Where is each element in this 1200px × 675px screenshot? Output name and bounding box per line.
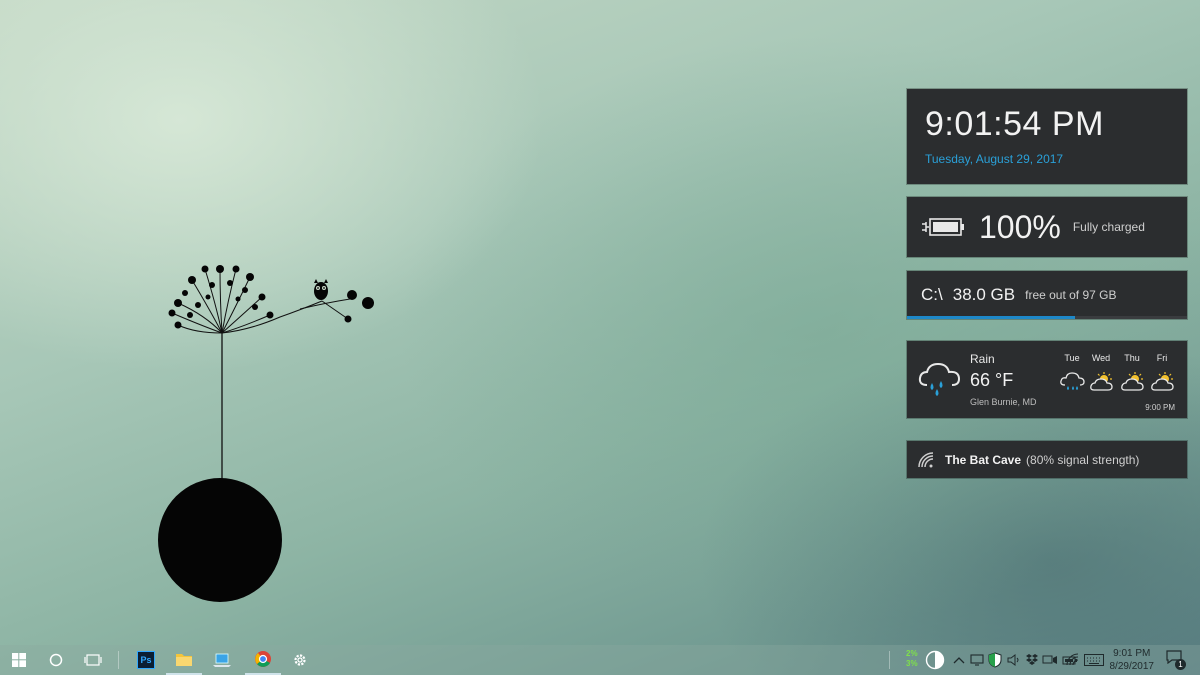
wallpaper-tree-illustration	[158, 265, 374, 602]
cpu-usage: 2%	[906, 649, 918, 658]
dropbox-icon[interactable]	[1025, 653, 1039, 667]
forecast-day-3: Thu	[1124, 353, 1140, 363]
clock-date: Tuesday, August 29, 2017	[925, 152, 1064, 166]
clock-time: 9:01:54 PM	[925, 105, 1104, 143]
planet-ball	[158, 478, 282, 602]
laptop-icon	[213, 653, 231, 667]
disk-usage-bar	[907, 316, 1187, 319]
notification-count-badge: 1	[1175, 659, 1186, 670]
photoshop-app[interactable]: Ps	[128, 645, 164, 675]
tray-time: 9:01 PM	[1113, 648, 1151, 659]
start-button[interactable]	[1, 645, 37, 675]
cortana-button[interactable]	[38, 645, 74, 675]
keyboard-icon[interactable]	[1084, 654, 1104, 666]
network-device-icon[interactable]	[1042, 653, 1058, 667]
forecast-day-1: Tue	[1064, 353, 1080, 363]
battery-percent: 100%	[979, 208, 1061, 245]
folder-icon	[176, 654, 192, 666]
rain-cloud-icon	[918, 362, 961, 396]
settings-app[interactable]	[282, 645, 318, 675]
weather-updated-time: 9:00 PM	[1145, 403, 1175, 412]
battery-plug-icon	[922, 218, 964, 236]
battery-status: Fully charged	[1072, 220, 1145, 234]
chrome-icon	[255, 651, 271, 667]
sun-cloud-icon	[1151, 372, 1174, 391]
resource-monitor[interactable]: 2% 3%	[906, 649, 918, 669]
wifi-signal-strength: (80% signal strength)	[1026, 452, 1140, 467]
tray-clock[interactable]: 9:01 PM 8/29/2017	[1110, 647, 1155, 673]
sun-cloud-icon	[1121, 372, 1144, 391]
monitor-icon[interactable]	[970, 653, 984, 667]
wifi-widget[interactable]: The Bat Cave (80% signal strength)	[907, 441, 1187, 478]
rain-cloud-icon	[1060, 372, 1085, 390]
disk-usage-fill	[907, 316, 1075, 319]
file-explorer-app[interactable]	[166, 645, 202, 675]
drive-letter: C:\	[921, 285, 943, 304]
taskbar-divider	[118, 651, 119, 669]
battery-widget[interactable]: 100% Fully charged	[907, 197, 1187, 257]
memory-usage: 3%	[906, 659, 918, 668]
owl-icon	[314, 279, 328, 300]
disk-free-detail: free out of 97 GB	[1025, 288, 1117, 302]
weather-location: Glen Burnie, MD	[970, 397, 1037, 407]
weather-widget[interactable]: Rain 66 °F Glen Burnie, MD Tue Wed Thu F…	[907, 341, 1187, 418]
chrome-app[interactable]	[245, 645, 281, 675]
wifi-ssid: The Bat Cave	[945, 452, 1022, 467]
weather-temperature: 66 °F	[970, 370, 1014, 390]
this-pc-app[interactable]	[204, 645, 240, 675]
wifi-icon	[918, 451, 934, 467]
tray-divider	[889, 651, 890, 669]
circle-icon	[49, 653, 63, 667]
action-center-button[interactable]: 1	[1166, 650, 1186, 670]
photoshop-label: Ps	[140, 655, 152, 665]
task-view-icon	[84, 654, 102, 666]
speaker-icon[interactable]	[1007, 653, 1021, 667]
tray-date: 8/29/2017	[1109, 661, 1155, 672]
forecast-day-4: Fri	[1156, 353, 1168, 363]
weather-condition: Rain	[970, 352, 995, 366]
disk-free-size: 38.0 GB	[952, 285, 1016, 304]
taskbar: Ps 2% 3% 9:01 PM 8/29/2017 1	[0, 645, 1200, 675]
shield-icon[interactable]	[988, 652, 1002, 668]
wifi-tray-icon[interactable]	[1066, 653, 1080, 667]
forecast-day-2: Wed	[1091, 353, 1111, 363]
night-light-icon[interactable]	[925, 650, 945, 670]
windows-logo-icon	[12, 653, 26, 667]
chevron-up-icon[interactable]	[953, 655, 965, 665]
task-view-button[interactable]	[75, 645, 111, 675]
photoshop-icon: Ps	[137, 651, 155, 669]
gear-icon	[294, 654, 306, 666]
sun-cloud-icon	[1090, 372, 1113, 391]
disk-widget[interactable]: C:\ 38.0 GB free out of 97 GB	[907, 271, 1187, 319]
clock-widget[interactable]: 9:01:54 PM Tuesday, August 29, 2017	[907, 89, 1187, 184]
